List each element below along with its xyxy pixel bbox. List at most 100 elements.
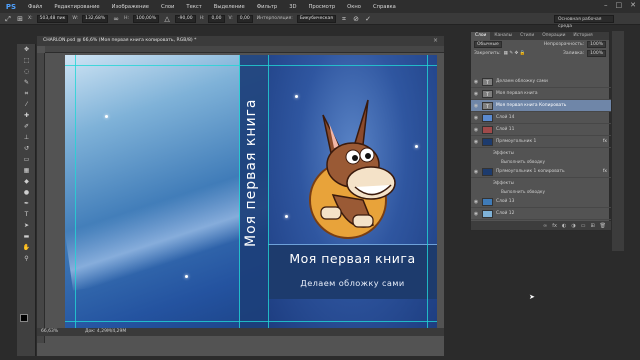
vertical-ruler[interactable] [37,53,45,343]
gradient-tool-icon[interactable]: ▦ [17,165,36,176]
document-tab[interactable]: CHARLON.psd @ 66,6% (Моя первая книга ко… [37,36,444,46]
move-tool-icon[interactable]: ✥ [17,44,36,55]
collapsed-panel-strip[interactable] [612,31,624,251]
layer-row[interactable]: ◉ Слой 12 [471,208,611,220]
close-window-button[interactable]: ✕ [630,1,636,9]
new-layer-icon[interactable]: ⊞ [590,223,594,229]
mask-icon[interactable]: ◐ [562,223,566,229]
layer-row-selected[interactable]: ◉ T Моя первая книга Копировать [471,100,611,112]
menu-filter[interactable]: Фильтр [251,4,284,10]
angle-field[interactable]: -90,00 [175,14,196,23]
height-field[interactable]: 100,00% [133,14,160,23]
interpolation-select[interactable]: Бикубическая [296,14,336,23]
menu-edit[interactable]: Редактирование [48,4,105,10]
tab-history[interactable]: История [569,32,596,40]
blend-mode-select[interactable]: Обычные [474,41,502,48]
trash-icon[interactable]: 🗑 [600,223,606,229]
quick-select-tool-icon[interactable]: ✎ [17,77,36,88]
opacity-field[interactable]: 100% [587,41,606,48]
fx-icon[interactable]: fx [552,223,557,229]
menu-image[interactable]: Изображение [106,4,155,10]
spine-title[interactable]: Моя первая книга [243,63,265,283]
cover-subtitle[interactable]: Делаем обложку сами [268,278,437,288]
maximize-button[interactable]: □ [616,1,623,9]
adjust-icon[interactable]: ◑ [571,223,575,229]
width-field[interactable]: 132,68% [82,14,109,23]
healing-tool-icon[interactable]: ✚ [17,110,36,121]
eraser-tool-icon[interactable]: ▭ [17,154,36,165]
fx-icon[interactable]: fx [603,169,607,174]
blur-tool-icon[interactable]: ◆ [17,176,36,187]
tab-styles[interactable]: Стили [516,32,538,40]
tab-close-icon[interactable]: × [433,36,438,46]
zoom-level[interactable]: 66,63% [41,329,58,334]
fill-field[interactable]: 100% [587,50,606,57]
minimize-button[interactable]: – [604,1,608,9]
pen-tool-icon[interactable]: ✒ [17,198,36,209]
menu-type[interactable]: Текст [180,4,207,10]
layer-row[interactable]: ◉ Слой 13 [471,196,611,208]
reference-point-icon[interactable]: ⊞ [16,15,24,23]
menu-3d[interactable]: 3D [283,4,302,10]
dodge-tool-icon[interactable]: ● [17,187,36,198]
crop-tool-icon[interactable]: ⌗ [17,88,36,99]
cover-title[interactable]: Моя первая книга [268,251,437,266]
layer-row[interactable]: ◉ Прямоугольник 1 копировать fx [471,166,611,178]
eye-icon[interactable]: ◉ [473,127,479,133]
history-brush-tool-icon[interactable]: ↺ [17,143,36,154]
guide-line[interactable] [268,55,269,331]
guide-line[interactable] [239,55,240,331]
tab-channels[interactable]: Каналы [490,32,516,40]
zoom-tool-icon[interactable]: ⚲ [17,253,36,264]
warp-icon[interactable]: ⌗ [340,15,348,23]
eye-icon[interactable]: ◉ [473,139,479,145]
lock-icons[interactable]: ▦ ✎ ✥ 🔒 [504,51,526,56]
h-skew-field[interactable]: 0,00 [208,14,225,23]
workspace-select[interactable]: Основная рабочая среда [554,15,614,29]
guide-line[interactable] [75,55,76,331]
x-field[interactable]: 503,48 пик [36,14,69,23]
fx-icon[interactable]: fx [603,139,607,144]
shape-tool-icon[interactable]: ▬ [17,231,36,242]
layer-row[interactable]: ◉ Слой 11 [471,124,611,136]
menu-view[interactable]: Просмотр [303,4,342,10]
hand-tool-icon[interactable]: ✋ [17,242,36,253]
stroke-effect[interactable]: Выполнить обводку [471,157,611,166]
cancel-icon[interactable]: ⊘ [352,15,360,23]
guide-line[interactable] [427,55,428,331]
stroke-effect[interactable]: Выполнить обводку [471,187,611,196]
v-skew-field[interactable]: 0,00 [236,14,253,23]
layer-row[interactable]: ◉ T Моя первая книга [471,88,611,100]
eye-icon[interactable]: ◉ [473,103,479,109]
lasso-tool-icon[interactable]: ◌ [17,66,36,77]
eye-icon[interactable]: ◉ [473,211,479,217]
link-icon[interactable]: ∞ [112,15,120,23]
eye-icon[interactable]: ◉ [473,91,479,97]
eye-icon[interactable]: ◉ [473,199,479,205]
link-icon[interactable]: ∞ [543,223,547,229]
path-select-tool-icon[interactable]: ➤ [17,220,36,231]
eye-icon[interactable]: ◉ [473,79,479,85]
eye-icon[interactable]: ◉ [473,169,479,175]
eyedropper-tool-icon[interactable]: ⁄ [17,99,36,110]
eye-icon[interactable]: ◉ [473,115,479,121]
brush-tool-icon[interactable]: ✐ [17,121,36,132]
menu-file[interactable]: Файл [22,4,48,10]
marquee-tool-icon[interactable]: ⬚ [17,55,36,66]
canvas[interactable]: Моя первая книга Моя первая книга Делаем… [65,55,437,331]
foreground-color-swatch[interactable] [20,314,28,322]
folder-icon[interactable]: ▭ [581,223,586,229]
layer-row[interactable]: ◉ Слой 14 [471,112,611,124]
tab-layers[interactable]: Слои [471,32,491,40]
stamp-tool-icon[interactable]: ⊥ [17,132,36,143]
layer-row[interactable]: ◉ Прямоугольник 1 fx [471,136,611,148]
menu-window[interactable]: Окно [341,4,367,10]
menu-help[interactable]: Справка [367,4,402,10]
menu-layers[interactable]: Слои [155,4,180,10]
guide-line[interactable] [65,65,437,66]
horizontal-ruler[interactable] [45,46,444,53]
type-tool-icon[interactable]: T [17,209,36,220]
layer-row[interactable]: ◉ T Делаем обложку сами [471,76,611,88]
commit-icon[interactable]: ✓ [364,15,372,23]
guide-line[interactable] [65,321,437,322]
